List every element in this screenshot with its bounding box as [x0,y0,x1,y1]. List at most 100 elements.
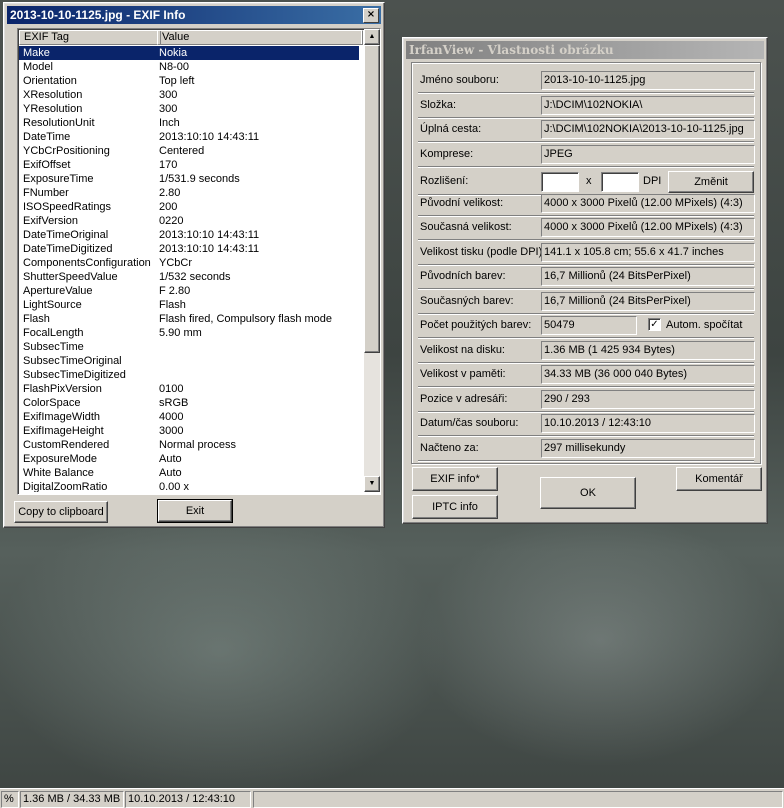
exif-list[interactable]: EXIF Tag Value Make Nokia Model N8-00 Orient… [17,28,381,495]
status-file-size: 1.36 MB / 34.33 MB [20,791,124,808]
field-value[interactable]: 34.33 MB (36 000 040 Bytes) [541,365,755,384]
table-row[interactable]: ISOSpeedRatings 200 [19,200,359,214]
field-value[interactable]: J:\DCIM\102NOKIA\2013-10-10-1125.jpg [541,120,755,139]
table-row[interactable]: Orientation Top left [19,74,359,88]
table-row[interactable]: DateTimeDigitized 2013:10:10 14:43:11 [19,242,359,256]
table-row[interactable]: FocalLength 5.90 mm [19,326,359,340]
close-icon[interactable]: × [363,8,379,23]
exif-tag-cell: Make [23,47,50,59]
field-value[interactable]: 297 millisekundy [541,438,755,458]
iptc-info-button[interactable]: IPTC info [412,495,498,519]
table-row[interactable]: LightSource Flash [19,298,359,312]
exif-value-cell: 0100 [159,383,184,395]
table-row[interactable]: FlashPixVersion 0100 [19,382,359,396]
exif-tag-cell: ExifOffset [23,159,71,171]
table-row[interactable]: FNumber 2.80 [19,186,359,200]
table-row[interactable]: XResolution 300 [19,88,359,102]
dpi-y-input[interactable] [601,172,639,192]
field-value[interactable]: 141.1 x 105.8 cm; 55.6 x 41.7 inches [541,242,755,262]
table-row[interactable]: ColorSpace sRGB [19,396,359,410]
field-value[interactable]: 16,7 Millionů (24 BitsPerPixel) [541,267,755,286]
exif-tag-cell: FNumber [23,187,69,199]
exif-value-cell: Normal process [159,439,237,451]
exif-value-cell: N8-00 [159,61,189,73]
separator [418,410,754,413]
table-row[interactable]: ExposureMode Auto [19,452,359,466]
table-row[interactable]: White Balance Auto [19,466,359,480]
auto-count-label[interactable]: Autom. spočítat [666,319,742,331]
exif-tag-cell: DateTimeDigitized [23,243,113,255]
properties-window-title: IrfanView - Vlastnosti obrázku [409,43,614,57]
scroll-up-button[interactable]: ▲ [364,29,380,45]
copy-to-clipboard-button[interactable]: Copy to clipboard [14,501,108,523]
exif-tag-cell: ExposureMode [23,453,97,465]
field-value[interactable]: 10.10.2013 / 12:43:10 [541,414,755,433]
table-row[interactable]: ResolutionUnit Inch [19,116,359,130]
status-bar: % 1.36 MB / 34.33 MB 10.10.2013 / 12:43:… [0,788,784,808]
exit-button[interactable]: Exit [157,499,233,523]
exif-value-cell: 4000 [159,411,184,423]
change-resolution-button[interactable]: Změnit [668,171,754,193]
field-value[interactable]: 16,7 Millionů (24 BitsPerPixel) [541,291,755,311]
table-row[interactable]: Make Nokia [19,46,359,60]
exif-title-bar[interactable]: 2013-10-10-1125.jpg - EXIF Info × [7,6,381,24]
exif-value-cell: 2.80 [159,187,181,199]
table-row[interactable]: ExifImageWidth 4000 [19,410,359,424]
table-row[interactable]: ExposureTime 1/531.9 seconds [19,172,359,186]
ok-button[interactable]: OK [540,477,636,509]
table-row[interactable]: Model N8-00 [19,60,359,74]
column-header-value[interactable]: Value [157,30,363,45]
exif-tag-cell: CustomRendered [23,439,110,451]
exif-tag-cell: ColorSpace [23,397,81,409]
vertical-scrollbar[interactable]: ▲ ▼ [364,29,380,492]
separator [418,386,754,388]
dpi-x-input[interactable] [541,172,579,192]
exif-tag-cell: ResolutionUnit [23,117,95,129]
properties-title-bar[interactable]: IrfanView - Vlastnosti obrázku [406,41,764,59]
table-row[interactable]: ShutterSpeedValue 1/532 seconds [19,270,359,284]
scroll-thumb[interactable] [364,45,380,353]
table-row[interactable]: DigitalZoomRatio 0.00 x [19,480,359,492]
table-row[interactable]: YResolution 300 [19,102,359,116]
table-row[interactable]: SubsecTimeDigitized [19,368,359,382]
field-label: Velikost tisku (podle DPI): [420,245,546,258]
table-row[interactable]: YCbCrPositioning Centered [19,144,359,158]
field-value[interactable]: 290 / 293 [541,389,755,409]
scroll-down-button[interactable]: ▼ [364,476,380,492]
status-zoom: % [1,791,19,808]
table-row[interactable]: ExifOffset 170 [19,158,359,172]
field-value[interactable]: 4000 x 3000 Pixelů (12.00 MPixels) (4:3) [541,193,755,213]
exif-tag-cell: ExposureTime [23,173,94,185]
comment-button[interactable]: Komentář [676,467,762,491]
exif-value-cell: Top left [159,75,195,87]
exif-tag-cell: XResolution [23,89,83,101]
field-value[interactable]: 2013-10-10-1125.jpg [541,71,755,90]
field-label: Komprese: [420,147,474,160]
field-value[interactable]: J:\DCIM\102NOKIA\ [541,95,755,115]
table-row[interactable]: SubsecTimeOriginal [19,354,359,368]
exif-info-button[interactable]: EXIF info* [412,467,498,491]
table-row[interactable]: ExifVersion 0220 [19,214,359,228]
exif-tag-cell: SubsecTimeDigitized [23,369,126,381]
table-row[interactable]: DateTime 2013:10:10 14:43:11 [19,130,359,144]
field-label: Současná velikost: [420,221,512,233]
table-row[interactable]: Flash Flash fired, Compulsory flash mode [19,312,359,326]
exif-tag-cell: ISOSpeedRatings [23,201,112,213]
separator [418,459,754,462]
table-row[interactable]: DateTimeOriginal 2013:10:10 14:43:11 [19,228,359,242]
field-value[interactable]: JPEG [541,144,755,164]
table-row[interactable]: ComponentsConfiguration YCbCr [19,256,359,270]
auto-count-checkbox[interactable]: ✓ [648,318,661,331]
table-row[interactable]: CustomRendered Normal process [19,438,359,452]
exif-tag-cell: ShutterSpeedValue [23,271,118,283]
table-row[interactable]: ExifImageHeight 3000 [19,424,359,438]
field-value[interactable]: 1.36 MB (1 425 934 Bytes) [541,340,755,360]
exif-value-cell: 300 [159,103,178,115]
exif-tag-cell: ExifImageHeight [23,425,104,437]
colors-used-value[interactable]: 50479 [541,316,637,335]
field-value[interactable]: 4000 x 3000 Pixelů (12.00 MPixels) (4:3) [541,218,755,237]
table-row[interactable]: ApertureValue F 2.80 [19,284,359,298]
exif-value-cell: Nokia [159,47,188,59]
column-header-tag[interactable]: EXIF Tag [19,30,161,45]
table-row[interactable]: SubsecTime [19,340,359,354]
